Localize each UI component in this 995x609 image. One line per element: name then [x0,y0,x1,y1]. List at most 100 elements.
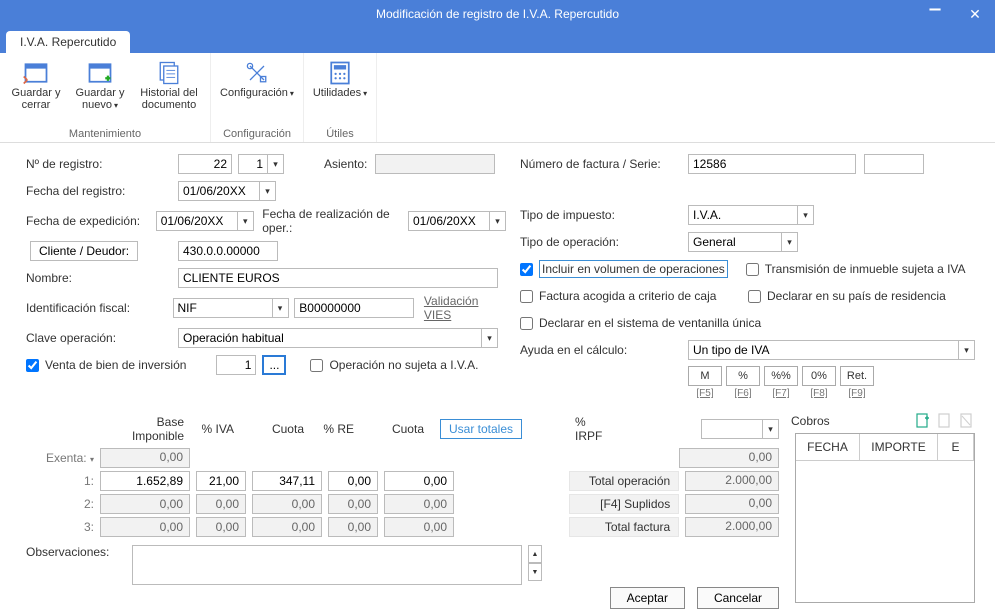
cliente-deudor-button[interactable]: Cliente / Deudor: [30,241,138,261]
edit-doc-icon[interactable] [937,413,953,429]
suplidos-label[interactable]: [F4] Suplidos [569,494,679,514]
delete-doc-icon[interactable] [959,413,975,429]
config-button[interactable]: Configuración▾ [217,55,297,126]
idfiscal-input[interactable] [294,298,414,318]
save-new-button[interactable]: Guardar y nuevo▾ [70,55,130,126]
calc-ret-button[interactable]: Ret. [840,366,874,386]
row3-label: 3: [26,520,94,534]
pais-label: Declarar en su país de residencia [767,289,946,303]
incluir-vol-checkbox[interactable] [520,263,533,276]
r1-base[interactable] [100,471,190,491]
transmision-label: Transmisión de inmueble sujeta a IVA [765,262,966,276]
clave-op-drop[interactable]: ▾ [482,328,498,348]
col-cuota: Cuota [240,420,310,438]
tipo-op-select[interactable] [688,232,782,252]
new-doc-icon[interactable] [915,413,931,429]
irpf-type-drop[interactable]: ▾ [763,419,779,439]
nregistro-sub-drop[interactable]: ▾ [268,154,284,174]
transmision-checkbox[interactable] [746,263,759,276]
criterio-caja-label: Factura acogida a criterio de caja [539,289,716,303]
venta-bien-num-input[interactable] [216,355,256,375]
close-button[interactable]: ✕ [955,0,995,28]
r3-cuota2[interactable] [384,517,454,537]
chevron-down-icon: ▾ [290,89,294,98]
fecha-real-drop[interactable]: ▾ [490,211,506,231]
history-button[interactable]: Historial del documento [134,55,204,126]
ayuda-label: Ayuda en el cálculo: [520,343,688,357]
fecha-reg-input[interactable] [178,181,260,201]
ribbon-group-config: Configuración [223,126,291,142]
validacion-vies-link[interactable]: Validación VIES [424,294,506,322]
calc-m-button[interactable]: M [688,366,722,386]
fecha-exp-input[interactable] [156,211,238,231]
venta-bien-checkbox[interactable] [26,359,39,372]
pais-checkbox[interactable] [748,290,761,303]
titlebar: Modificación de registro de I.V.A. Reper… [0,0,995,28]
cliente-code-input[interactable] [178,241,278,261]
ayuda-select[interactable] [688,340,959,360]
cobros-title: Cobros [789,414,909,428]
fecha-reg-drop[interactable]: ▾ [260,181,276,201]
ayuda-drop[interactable]: ▾ [959,340,975,360]
r2-iva[interactable] [196,494,246,514]
r3-base[interactable] [100,517,190,537]
aceptar-button[interactable]: Aceptar [610,587,685,609]
cancelar-button[interactable]: Cancelar [697,587,779,609]
tot-fac-val: 2.000,00 [685,517,779,537]
tools-icon [242,59,272,87]
r2-re[interactable] [328,494,378,514]
obs-spin-down[interactable]: ▼ [528,563,542,581]
asiento-input [375,154,495,174]
nombre-input[interactable] [178,268,498,288]
col-base: Base Imponible [100,413,190,445]
idfiscal-label: Identificación fiscal: [26,301,173,315]
r3-cuota[interactable] [252,517,322,537]
numfact-label: Número de factura / Serie: [520,157,688,171]
chevron-down-icon: ▾ [363,89,367,98]
exenta-base: 0,00 [100,448,190,468]
serie-input[interactable] [864,154,924,174]
r1-re[interactable] [328,471,378,491]
calc-pctpct-button[interactable]: %% [764,366,798,386]
f6-label: [F6] [726,388,760,399]
nregistro-label: Nº de registro: [26,157,178,171]
tipo-imp-label: Tipo de impuesto: [520,208,688,222]
f7-label: [F7] [764,388,798,399]
idfiscal-tipo-select[interactable] [173,298,273,318]
op-no-sujeta-checkbox[interactable] [310,359,323,372]
fecha-real-input[interactable] [408,211,490,231]
document-history-icon [154,59,184,87]
r2-cuota2[interactable] [384,494,454,514]
clave-op-select[interactable] [178,328,482,348]
nregistro-sub-input[interactable] [238,154,268,174]
numfact-input[interactable] [688,154,856,174]
ventanilla-checkbox[interactable] [520,317,533,330]
obs-spin-up[interactable]: ▲ [528,545,542,563]
utilities-button[interactable]: Utilidades▾ [310,55,370,126]
calc-0pct-button[interactable]: 0% [802,366,836,386]
tipo-op-drop[interactable]: ▾ [782,232,798,252]
minimize-button[interactable]: ‒ [915,0,955,28]
r3-iva[interactable] [196,517,246,537]
save-close-button[interactable]: Guardar y cerrar [6,55,66,126]
r3-re[interactable] [328,517,378,537]
calc-pct-button[interactable]: % [726,366,760,386]
obs-textarea[interactable] [132,545,522,585]
idfiscal-tipo-drop[interactable]: ▾ [273,298,289,318]
r1-iva[interactable] [196,471,246,491]
criterio-caja-checkbox[interactable] [520,290,533,303]
nregistro-input[interactable] [178,154,232,174]
r1-cuota2[interactable] [384,471,454,491]
irpf-type-select[interactable] [701,419,763,439]
usar-totales-button[interactable]: Usar totales [440,419,522,439]
fecha-exp-drop[interactable]: ▾ [238,211,254,231]
tipo-imp-drop[interactable]: ▾ [798,205,814,225]
cobros-table[interactable]: FECHA IMPORTE E [795,433,975,603]
row2-label: 2: [26,497,94,511]
tipo-imp-select[interactable] [688,205,798,225]
tab-iva-repercutido[interactable]: I.V.A. Repercutido [6,31,130,53]
r2-base[interactable] [100,494,190,514]
venta-bien-browse-button[interactable]: ... [262,355,286,375]
r1-cuota[interactable] [252,471,322,491]
r2-cuota[interactable] [252,494,322,514]
